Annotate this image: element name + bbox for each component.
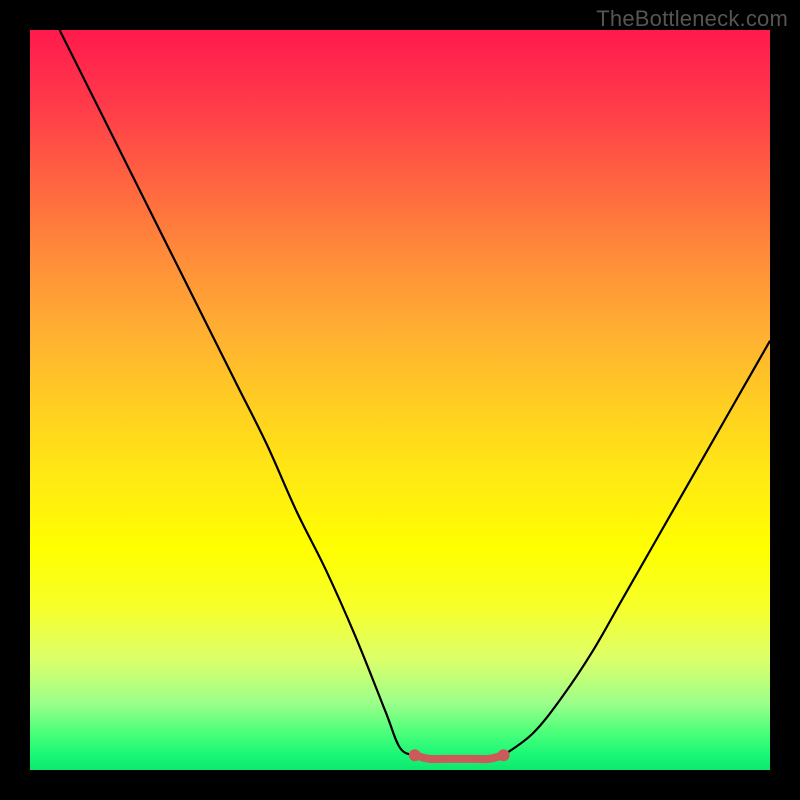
valley-dot-left [409, 749, 421, 761]
valley-dot-right [498, 749, 510, 761]
valley-floor [415, 755, 504, 759]
curve-right [504, 341, 770, 755]
chart-curves-svg [30, 30, 770, 770]
chart-frame: TheBottleneck.com [0, 0, 800, 800]
curve-left [60, 30, 415, 755]
watermark-text: TheBottleneck.com [596, 6, 788, 32]
